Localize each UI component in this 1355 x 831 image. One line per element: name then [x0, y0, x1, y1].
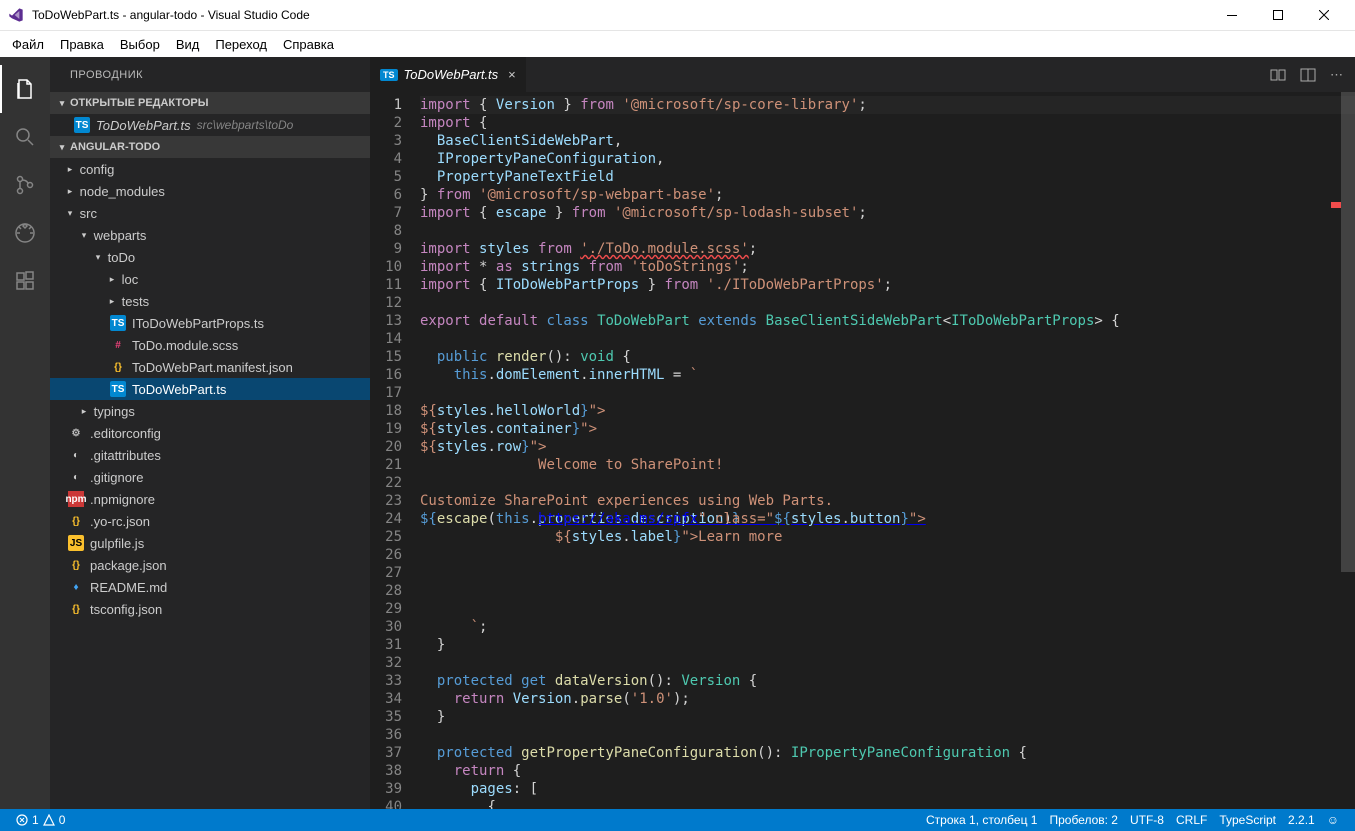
window-titlebar: ToDoWebPart.ts - angular-todo - Visual S…	[0, 0, 1355, 30]
folder-typings[interactable]: ▸ typings	[50, 400, 370, 422]
files-icon	[13, 77, 37, 101]
vertical-scrollbar[interactable]	[1341, 92, 1355, 809]
activity-explorer[interactable]	[0, 65, 50, 113]
menu-file[interactable]: Файл	[4, 37, 52, 52]
ts-icon: TS	[74, 117, 90, 133]
scss-icon: #	[110, 337, 126, 353]
file-gulpfile[interactable]: JSgulpfile.js	[50, 532, 370, 554]
activity-extensions[interactable]	[0, 257, 50, 305]
minimize-button[interactable]	[1209, 0, 1255, 30]
status-problems[interactable]: 1 0	[10, 813, 71, 827]
folder-config[interactable]: ▸ config	[50, 158, 370, 180]
js-icon: JS	[68, 535, 84, 551]
menu-help[interactable]: Справка	[275, 37, 342, 52]
status-language[interactable]: TypeScript	[1213, 813, 1282, 827]
explorer-sidebar: ПРОВОДНИК ▾ОТКРЫТЫЕ РЕДАКТОРЫ TS ToDoWeb…	[50, 57, 370, 809]
file-tsconfig[interactable]: {}tsconfig.json	[50, 598, 370, 620]
split-icon[interactable]	[1300, 67, 1316, 83]
menu-selection[interactable]: Выбор	[112, 37, 168, 52]
menu-edit[interactable]: Правка	[52, 37, 112, 52]
editor-group: TS ToDoWebPart.ts × ⋯ 123456789101112131…	[370, 57, 1355, 809]
json-icon: {}	[68, 513, 84, 529]
debug-icon	[13, 221, 37, 245]
json-icon: {}	[68, 601, 84, 617]
close-button[interactable]	[1301, 0, 1347, 30]
git-icon	[13, 173, 37, 197]
open-editor-item[interactable]: TS ToDoWebPart.ts src\webparts\toDo	[50, 114, 370, 136]
close-icon[interactable]: ×	[508, 67, 516, 82]
project-header[interactable]: ▾ANGULAR-TODO	[50, 136, 370, 158]
json-icon: {}	[110, 359, 126, 375]
github-icon: ◐	[68, 469, 84, 485]
gear-icon: ⚙	[68, 425, 84, 441]
status-version[interactable]: 2.2.1	[1282, 813, 1321, 827]
open-editors-header[interactable]: ▾ОТКРЫТЫЕ РЕДАКТОРЫ	[50, 92, 370, 114]
file-editorconfig[interactable]: ⚙.editorconfig	[50, 422, 370, 444]
file-manifest[interactable]: {}ToDoWebPart.manifest.json	[50, 356, 370, 378]
status-linecol[interactable]: Строка 1, столбец 1	[920, 813, 1043, 827]
status-encoding[interactable]: UTF-8	[1124, 813, 1170, 827]
activity-debug[interactable]	[0, 209, 50, 257]
menu-view[interactable]: Вид	[168, 37, 208, 52]
code-editor[interactable]: 1234567891011121314151617181920212223242…	[370, 92, 1355, 809]
ts-icon: TS	[110, 381, 126, 397]
file-npmignore[interactable]: npm.npmignore	[50, 488, 370, 510]
error-marker[interactable]	[1331, 202, 1341, 208]
menubar: Файл Правка Выбор Вид Переход Справка	[0, 30, 1355, 57]
search-icon	[13, 125, 37, 149]
activity-scm[interactable]	[0, 161, 50, 209]
file-package[interactable]: {}package.json	[50, 554, 370, 576]
ts-icon: TS	[380, 69, 398, 81]
compare-icon[interactable]	[1270, 67, 1286, 83]
status-eol[interactable]: CRLF	[1170, 813, 1213, 827]
folder-tests[interactable]: ▸ tests	[50, 290, 370, 312]
folder-node-modules[interactable]: ▸ node_modules	[50, 180, 370, 202]
folder-src[interactable]: ▾ src	[50, 202, 370, 224]
warning-icon	[43, 814, 55, 826]
file-readme[interactable]: ♦README.md	[50, 576, 370, 598]
folder-webparts[interactable]: ▾ webparts	[50, 224, 370, 246]
tab-todowebpart[interactable]: TS ToDoWebPart.ts ×	[370, 57, 527, 92]
window-title: ToDoWebPart.ts - angular-todo - Visual S…	[32, 8, 310, 22]
activity-search[interactable]	[0, 113, 50, 161]
file-yorc[interactable]: {}.yo-rc.json	[50, 510, 370, 532]
json-icon: {}	[68, 557, 84, 573]
folder-loc[interactable]: ▸ loc	[50, 268, 370, 290]
status-spaces[interactable]: Пробелов: 2	[1043, 813, 1124, 827]
markdown-icon: ♦	[68, 579, 84, 595]
status-bar: 1 0 Строка 1, столбец 1 Пробелов: 2 UTF-…	[0, 809, 1355, 831]
error-icon	[16, 814, 28, 826]
file-scss[interactable]: #ToDo.module.scss	[50, 334, 370, 356]
more-icon[interactable]: ⋯	[1330, 67, 1343, 83]
scrollbar-thumb[interactable]	[1341, 92, 1355, 572]
code-content[interactable]: import { Version } from '@microsoft/sp-c…	[420, 92, 1355, 809]
maximize-button[interactable]	[1255, 0, 1301, 30]
extensions-icon	[13, 269, 37, 293]
file-gitignore[interactable]: ◐.gitignore	[50, 466, 370, 488]
vscode-icon	[8, 7, 24, 23]
npm-icon: npm	[68, 491, 84, 507]
file-gitattributes[interactable]: ◐.gitattributes	[50, 444, 370, 466]
overview-ruler[interactable]	[1331, 92, 1341, 792]
github-icon: ◐	[68, 447, 84, 463]
menu-go[interactable]: Переход	[207, 37, 275, 52]
file-main[interactable]: TSToDoWebPart.ts	[50, 378, 370, 400]
file-props[interactable]: TSIToDoWebPartProps.ts	[50, 312, 370, 334]
activity-bar	[0, 57, 50, 809]
line-numbers: 1234567891011121314151617181920212223242…	[370, 92, 420, 809]
sidebar-title: ПРОВОДНИК	[50, 57, 370, 92]
editor-tabs: TS ToDoWebPart.ts × ⋯	[370, 57, 1355, 92]
ts-icon: TS	[110, 315, 126, 331]
status-feedback[interactable]: ☺	[1321, 813, 1345, 827]
folder-todo[interactable]: ▾ toDo	[50, 246, 370, 268]
